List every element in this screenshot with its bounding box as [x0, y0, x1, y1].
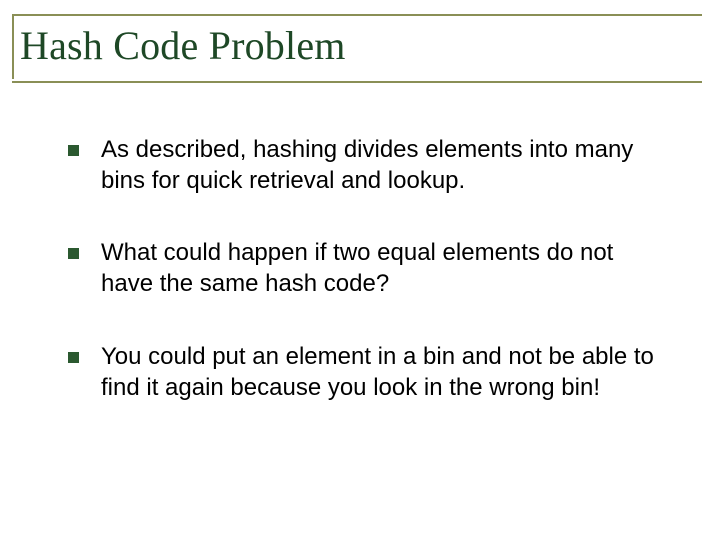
slide: Hash Code Problem As described, hashing …: [0, 14, 720, 554]
bullet-text: As described, hashing divides elements i…: [101, 135, 660, 196]
square-bullet-icon: [68, 145, 79, 156]
list-item: What could happen if two equal elements …: [68, 238, 660, 299]
title-rule-top-left: Hash Code Problem: [12, 14, 702, 79]
bullet-text: What could happen if two equal elements …: [101, 238, 660, 299]
title-rule-bottom: Hash Code Problem: [12, 14, 702, 83]
square-bullet-icon: [68, 352, 79, 363]
slide-body: As described, hashing divides elements i…: [0, 83, 720, 403]
slide-title: Hash Code Problem: [20, 22, 702, 69]
list-item: You could put an element in a bin and no…: [68, 342, 660, 403]
list-item: As described, hashing divides elements i…: [68, 135, 660, 196]
square-bullet-icon: [68, 248, 79, 259]
bullet-text: You could put an element in a bin and no…: [101, 342, 660, 403]
